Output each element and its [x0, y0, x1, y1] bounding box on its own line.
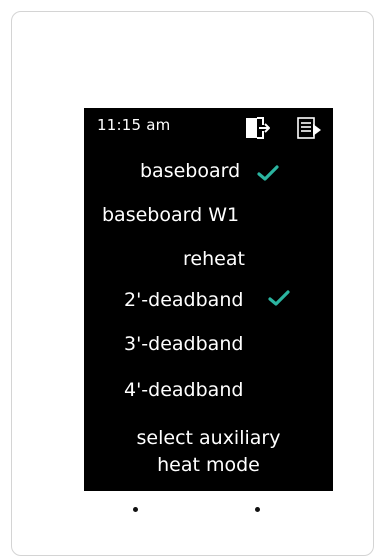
menu-item-3-deadband[interactable]: 3'-deadband: [124, 333, 243, 355]
menu-item-2-deadband[interactable]: 2'-deadband: [124, 289, 243, 311]
status-time: 11:15 am: [97, 116, 171, 134]
left-nav-button[interactable]: [133, 507, 138, 512]
thermostat-screen: 11:15 am baseboard baseboard W1 reheat 2…: [84, 108, 333, 491]
thermostat-device: 11:15 am baseboard baseboard W1 reheat 2…: [11, 11, 374, 556]
right-nav-button[interactable]: [255, 507, 260, 512]
menu-item-reheat[interactable]: reheat: [183, 248, 245, 270]
check-icon: [257, 164, 279, 182]
menu-item-baseboard-w1[interactable]: baseboard W1: [102, 204, 239, 226]
footer-title-line2: heat mode: [157, 454, 260, 476]
menu-item-baseboard[interactable]: baseboard: [140, 160, 240, 182]
menu-item-4-deadband[interactable]: 4'-deadband: [124, 379, 243, 401]
door-exit-icon[interactable]: [244, 116, 271, 140]
footer-title-line1: select auxiliary: [136, 427, 281, 449]
menu-list-icon[interactable]: [296, 116, 322, 140]
check-icon: [268, 289, 290, 307]
